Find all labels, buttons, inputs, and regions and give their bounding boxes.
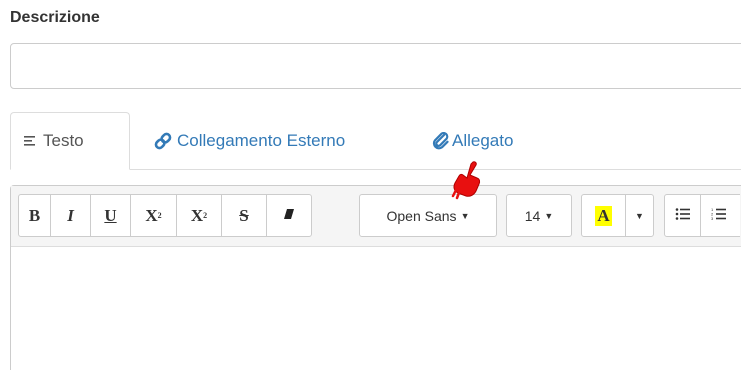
list-ol-icon: 123 (711, 206, 727, 226)
paperclip-icon (432, 132, 450, 150)
description-label: Descrizione (10, 9, 100, 26)
color-dropdown-button[interactable]: ▼ (625, 194, 654, 237)
font-size-select[interactable]: 14 ▼ (506, 194, 572, 237)
ordered-list-button[interactable]: 123 (700, 194, 740, 237)
highlight-color-icon: A (595, 205, 612, 226)
subscript-button[interactable]: X2 (176, 194, 222, 237)
rich-text-editor: B I U X2 X2 S Open Sans ▼ 14 ▼ A ▼ 1 2 3 (10, 185, 741, 370)
clear-format-button[interactable] (266, 194, 312, 237)
editor-content-area[interactable] (11, 246, 741, 370)
bold-button[interactable]: B (18, 194, 51, 237)
italic-button[interactable]: I (50, 194, 91, 237)
svg-text:3: 3 (711, 216, 714, 221)
description-input[interactable] (10, 43, 741, 89)
align-left-icon (23, 134, 39, 148)
caret-down-icon: ▼ (635, 210, 644, 221)
tab-testo-label: Testo (43, 131, 84, 150)
tab-collegamento-esterno[interactable]: Collegamento Esterno (153, 112, 345, 170)
list-ul-icon (675, 206, 691, 226)
eraser-icon (282, 206, 296, 226)
caret-down-icon: ▼ (544, 210, 554, 221)
unordered-list-button[interactable] (664, 194, 701, 237)
tab-collegamento-esterno-label: Collegamento Esterno (177, 131, 346, 150)
tab-allegato-label: Allegato (452, 131, 514, 150)
superscript-button[interactable]: X2 (130, 194, 177, 237)
hand-pointer-icon (450, 160, 484, 205)
tab-testo[interactable]: Testo (10, 112, 130, 170)
underline-button[interactable]: U (90, 194, 131, 237)
caret-down-icon: ▼ (460, 210, 470, 221)
link-icon (153, 132, 173, 150)
editor-tabs: Testo Collegamento Esterno Allegato (10, 112, 741, 170)
text-color-button[interactable]: A (581, 194, 626, 237)
strikethrough-button[interactable]: S (221, 194, 267, 237)
editor-toolbar: B I U X2 X2 S Open Sans ▼ 14 ▼ A ▼ 1 2 3 (11, 186, 741, 247)
